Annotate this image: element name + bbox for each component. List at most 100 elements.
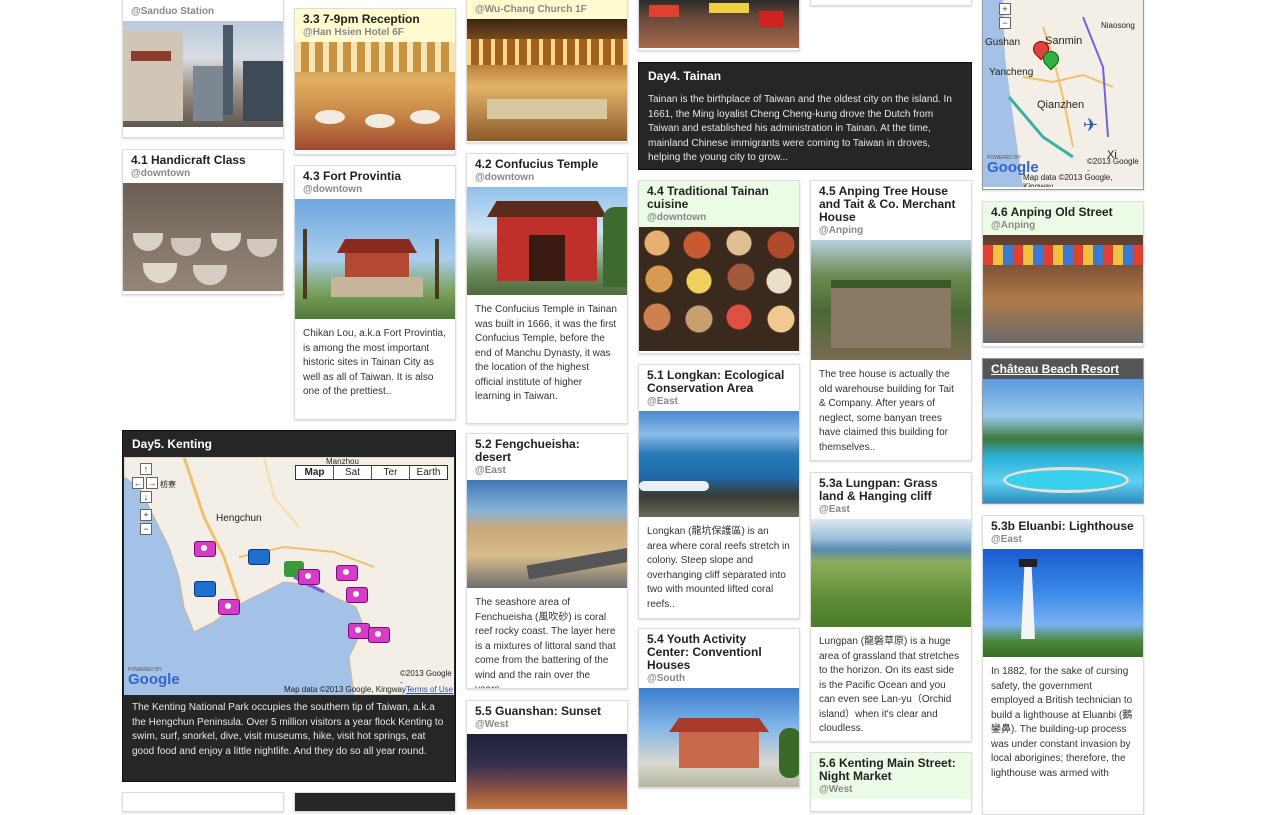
map-label-yancheng: Yancheng [989,67,1034,78]
anping-tree-house-photo[interactable] [811,240,971,360]
card-column2-bottom[interactable] [294,792,456,812]
card-column1-bottom[interactable] [122,792,284,812]
youth-center-photo[interactable] [639,688,799,787]
card-night-street[interactable] [638,0,800,51]
map-type-earth[interactable]: Earth [410,466,447,479]
map-type-selector[interactable]: Map Sat Ter Earth [295,465,448,480]
map-zoom-in-button[interactable]: + [140,509,152,521]
map-zoom-out-button[interactable]: − [140,523,152,535]
card-title[interactable]: 4.6 Anping Old Street [991,206,1135,219]
card-location: @downtown [131,168,191,179]
map-marker-swim-icon[interactable] [194,581,216,597]
map-marker-camera-icon[interactable] [346,587,368,603]
map-type-ter[interactable]: Ter [372,466,410,479]
card-description: Lungpan (龍磐草原) is a huge area of grassla… [819,636,960,734]
card-confucius-temple[interactable]: 4.2 Confucius Temple @downtown The Confuc… [466,153,628,424]
resort-photo[interactable] [983,379,1143,503]
map-label-sanmin: Sanmin [1045,35,1083,47]
fort-provintia-photo[interactable] [295,199,455,319]
guanshan-sunset-photo[interactable] [467,734,627,809]
card-location: @West [475,719,509,730]
card-handicraft-class[interactable]: 4.1 Handicraft Class @downtown [122,149,284,295]
day5-title: Day5. Kenting [132,437,213,451]
wuchang-church-photo[interactable] [467,19,627,141]
card-location: @East [475,465,506,476]
card-location: @East [819,504,850,515]
airport-icon: ✈ [1083,115,1099,135]
card-title[interactable]: 4.1 Handicraft Class [131,154,275,167]
map-marker-camera-icon[interactable] [336,565,358,581]
card-kaohsiung-map[interactable]: + − Gushan Sanmin Niaosong Yancheng Qian… [982,0,1144,190]
map-marker-camera-icon[interactable] [298,569,320,585]
map-terms-link[interactable]: Terms of Use [406,685,453,694]
card-lungpan[interactable]: 5.3a Lungpan: Grass land & Hanging cliff… [810,472,972,742]
map-pan-right-button[interactable]: → [146,477,158,489]
map-zoom-out-button[interactable]: − [999,17,1011,29]
google-logo: Google [128,671,180,688]
card-fengchueisha[interactable]: 5.2 Fengchueisha: desert @East The seasho… [466,433,628,689]
card-kenting-main-street[interactable]: 5.6 Kenting Main Street: Night Market @We… [810,752,972,812]
map-pan-up-button[interactable]: ↑ [140,463,152,475]
map-type-map[interactable]: Map [296,466,334,479]
card-title[interactable]: 5.2 Fengchueisha: desert [475,438,619,464]
card-anping-tree-house[interactable]: 4.5 Anping Tree House and Tait & Co. Mer… [810,180,972,461]
map-marker-camera-icon[interactable] [194,541,216,557]
card-location: @East [647,396,678,407]
handicraft-photo[interactable] [123,183,283,291]
map-label-hengchun: Hengchun [216,513,262,524]
card-anping-old-street[interactable]: 4.6 Anping Old Street @Anping [982,201,1144,347]
card-tainan-cuisine[interactable]: 4.4 Traditional Tainan cuisine @downtown [638,180,800,354]
card-chateau-beach-resort[interactable]: Château Beach Resort [982,358,1144,504]
anping-old-street-photo[interactable] [983,235,1143,343]
card-location: @downtown [303,184,363,195]
card-title[interactable]: 5.1 Longkan: Ecological Conservation Are… [647,369,791,395]
map-type-sat[interactable]: Sat [334,466,372,479]
card-location: @West [819,784,853,795]
card-fort-provintia[interactable]: 4.3 Fort Provintia @downtown Chikan Lou, … [294,165,456,420]
card-sanduo-station[interactable]: @Sanduo Station [122,0,284,138]
card-wuchang-church[interactable]: @Wu-Chang Church 1F [466,0,628,143]
card-title[interactable]: 4.3 Fort Provintia [303,170,447,183]
resort-title-link[interactable]: Château Beach Resort [983,359,1143,379]
card-youth-activity-center[interactable]: 5.4 Youth Activity Center: Conventionl H… [638,628,800,788]
day4-title: Day4. Tainan [648,69,722,83]
card-title[interactable]: 5.4 Youth Activity Center: Conventionl H… [647,633,791,672]
tainan-cuisine-photo[interactable] [639,227,799,351]
card-guanshan[interactable]: 5.5 Guanshan: Sunset @West [466,700,628,810]
card-description: Chikan Lou, a.k.a Fort Provintia, is amo… [303,328,446,397]
kaohsiung-map[interactable]: + − Gushan Sanmin Niaosong Yancheng Qian… [983,0,1143,187]
card-longkan[interactable]: 5.1 Longkan: Ecological Conservation Are… [638,364,800,619]
card-description: The tree house is actually the old wareh… [819,369,954,453]
card-location: @downtown [475,172,535,183]
longkan-photo[interactable] [639,411,799,517]
fengchueisha-photo[interactable] [467,480,627,588]
card-title[interactable]: 5.3b Eluanbi: Lighthouse [991,520,1135,533]
card-title[interactable]: 4.2 Confucius Temple [475,158,619,171]
card-location: @Han Hsien Hotel 6F [303,27,404,38]
eluanbi-lighthouse-photo[interactable] [983,549,1143,657]
card-title[interactable]: 3.3 7-9pm Reception [303,13,447,26]
card-title[interactable]: 5.3a Lungpan: Grass land & Hanging cliff [819,477,963,503]
kenting-map[interactable]: Hengchun Manzhou 枋寮 ↑ ← → ↓ + − Map Sat … [124,457,454,695]
card-location: @Anping [819,225,864,236]
map-marker-camera-icon[interactable] [348,623,370,639]
reception-photo[interactable] [295,42,455,150]
map-pan-down-button[interactable]: ↓ [140,491,152,503]
card-title[interactable]: 5.6 Kenting Main Street: Night Market [819,757,963,783]
card-title[interactable]: 4.4 Traditional Tainan cuisine [647,185,791,211]
card-eluanbi-lighthouse[interactable]: 5.3b Eluanbi: Lighthouse @East In 1882, f… [982,515,1144,815]
confucius-temple-photo[interactable] [467,187,627,295]
map-marker-camera-icon[interactable] [368,627,390,643]
sanduo-station-photo[interactable] [123,21,283,127]
card-reception[interactable]: 3.3 7-9pm Reception @Han Hsien Hotel 6F [294,8,456,155]
map-pan-left-button[interactable]: ← [132,477,144,489]
card-title[interactable]: 5.5 Guanshan: Sunset [475,705,619,718]
night-street-photo[interactable] [639,0,799,48]
map-marker-swim-icon[interactable] [248,549,270,565]
card-column5-top[interactable] [810,0,972,6]
card-description: The Confucius Temple in Tainan was built… [475,304,617,402]
map-marker-camera-icon[interactable] [218,599,240,615]
map-zoom-in-button[interactable]: + [999,3,1011,15]
card-title[interactable]: 4.5 Anping Tree House and Tait & Co. Mer… [819,185,963,224]
lungpan-photo[interactable] [811,519,971,627]
